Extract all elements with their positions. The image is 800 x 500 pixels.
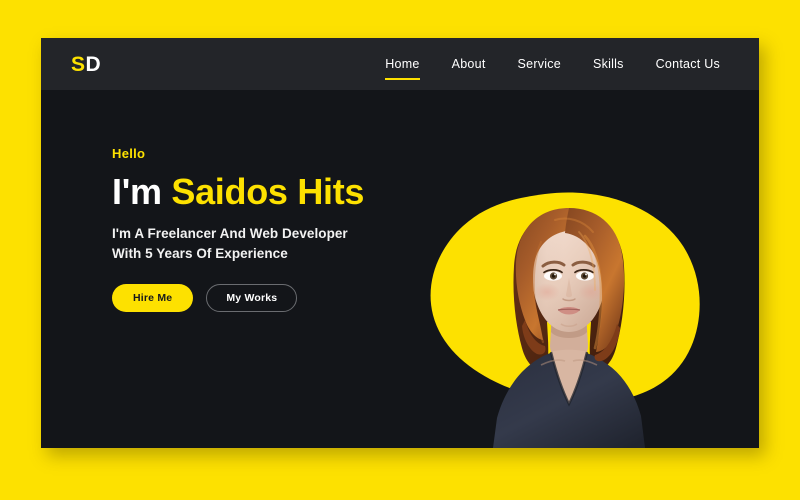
- hero-portrait-area: [411, 180, 721, 448]
- hero-text-block: Hello I'm Saidos Hits I'm A Freelancer A…: [112, 146, 412, 313]
- site-header: SD Home About Service Skills Contact Us: [41, 38, 759, 90]
- hero-subheadline-line-2: With 5 Years Of Experience: [112, 246, 288, 262]
- hero-greeting: Hello: [112, 146, 146, 161]
- hero-headline-name: Saidos Hits: [171, 171, 365, 212]
- nav-item-service-label: Service: [517, 57, 561, 71]
- main-navigation: Home About Service Skills Contact Us: [369, 57, 736, 80]
- nav-item-home-label: Home: [385, 57, 420, 71]
- hero-subheadline-line-1: I'm A Freelancer And Web Developer: [112, 225, 348, 241]
- logo[interactable]: SD: [71, 54, 101, 75]
- nav-item-about-label: About: [451, 57, 486, 71]
- my-works-button[interactable]: My Works: [206, 284, 298, 313]
- hire-me-button[interactable]: Hire Me: [112, 284, 194, 313]
- page-root: SD Home About Service Skills Contact Us: [0, 0, 800, 500]
- logo-letter-s: S: [71, 52, 86, 76]
- nav-item-skills-label: Skills: [592, 57, 624, 71]
- logo-letter-d: D: [85, 52, 102, 76]
- portrait-photo: [489, 200, 649, 448]
- hero-section: Hello I'm Saidos Hits I'm A Freelancer A…: [41, 90, 759, 448]
- nav-active-underline: [385, 78, 420, 80]
- nav-item-skills[interactable]: Skills: [577, 57, 640, 71]
- website-card: SD Home About Service Skills Contact Us: [41, 38, 759, 448]
- nav-item-contact-us-label: Contact Us: [655, 57, 720, 71]
- nav-item-contact-us[interactable]: Contact Us: [640, 57, 736, 71]
- nav-item-about[interactable]: About: [436, 57, 502, 71]
- nav-item-service[interactable]: Service: [502, 57, 577, 71]
- hero-cta-row: Hire Me My Works: [112, 284, 412, 313]
- hero-headline-prefix: I'm: [112, 171, 172, 212]
- hero-subheadline: I'm A Freelancer And Web Developer With …: [112, 224, 412, 265]
- nav-item-home[interactable]: Home: [369, 57, 435, 80]
- hero-headline: I'm Saidos Hits: [112, 173, 412, 211]
